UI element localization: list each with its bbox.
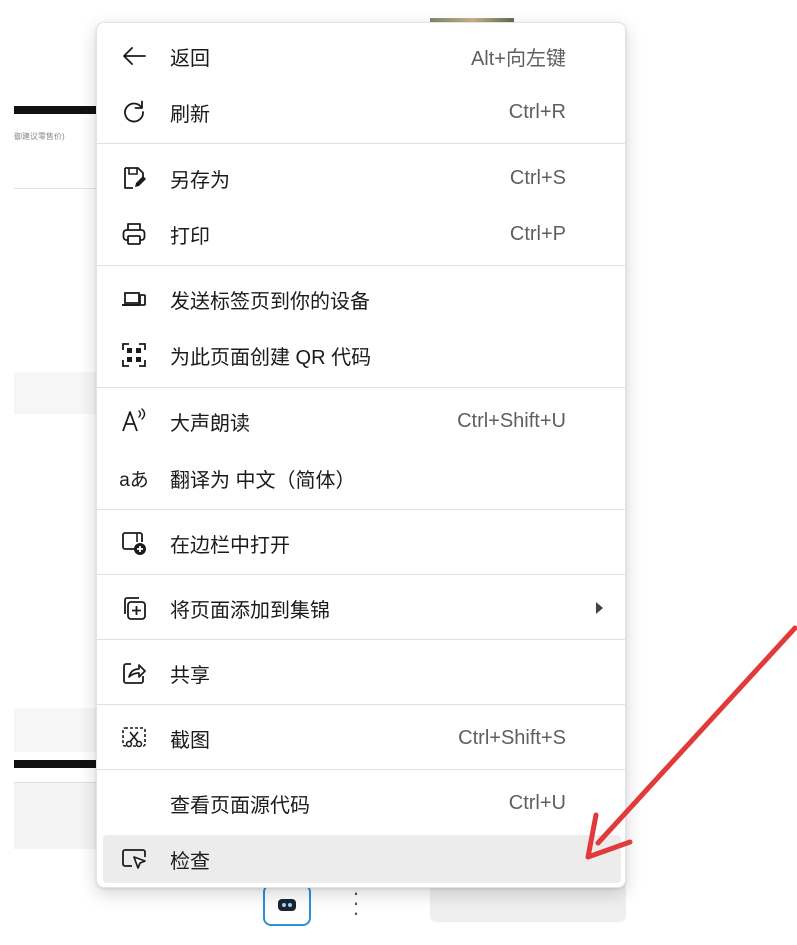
red-arrow-pointer bbox=[585, 625, 797, 860]
